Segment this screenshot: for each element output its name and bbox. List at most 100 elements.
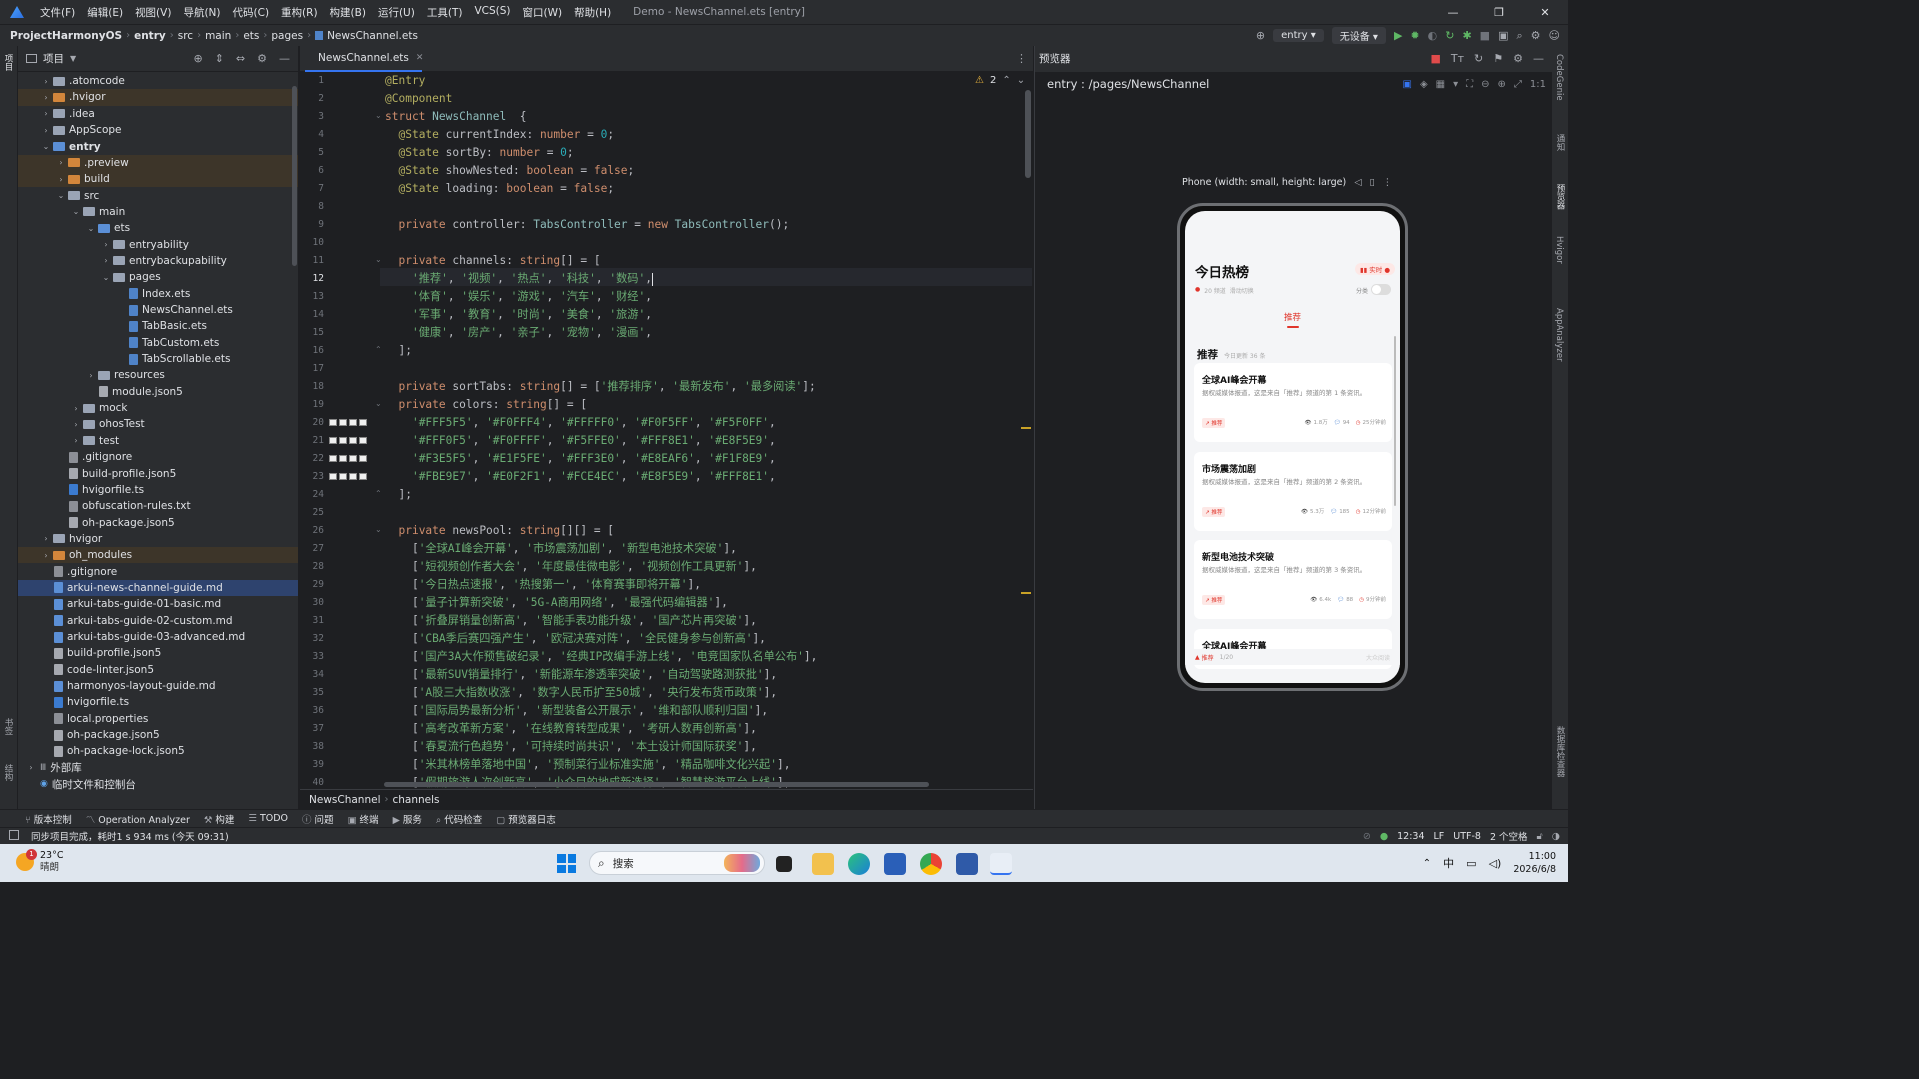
- collapsed-arrow-icon[interactable]: ›: [101, 256, 111, 265]
- minimize-button[interactable]: —: [1430, 6, 1476, 19]
- breadcrumb-item[interactable]: ProjectHarmonyOS: [10, 30, 122, 42]
- profile-icon[interactable]: ◐: [1428, 29, 1438, 42]
- tree-file[interactable]: Index.ets: [18, 286, 298, 302]
- menu-item[interactable]: 视图(V): [129, 5, 177, 20]
- previewer-tool-tab[interactable]: 预览器: [1554, 184, 1566, 210]
- locate-icon[interactable]: ⊕: [193, 52, 202, 65]
- codegenie-tool-tab[interactable]: CodeGenie: [1554, 54, 1564, 101]
- refresh-icon[interactable]: ↻: [1474, 52, 1483, 65]
- collapsed-arrow-icon[interactable]: ›: [71, 436, 81, 445]
- tree-file[interactable]: local.properties: [18, 711, 298, 727]
- tab-options-icon[interactable]: ⋮: [1016, 52, 1027, 65]
- bottom-tool-button[interactable]: ⓘ 问题: [302, 812, 334, 826]
- debug-icon[interactable]: ✹: [1410, 29, 1419, 42]
- horizontal-scrollbar[interactable]: [384, 782, 929, 787]
- tree-file[interactable]: NewsChannel.ets: [18, 302, 298, 318]
- list-scrollbar[interactable]: [1394, 336, 1396, 506]
- tree-file[interactable]: oh-package.json5: [18, 514, 298, 530]
- tree-folder[interactable]: › .hvigor: [18, 89, 298, 106]
- breadcrumb-struct[interactable]: NewsChannel: [309, 794, 380, 806]
- color-swatch-icon[interactable]: [349, 419, 357, 426]
- bottom-tool-button[interactable]: ⚒ 构建: [204, 812, 235, 826]
- tab-recommend[interactable]: 推荐: [1185, 311, 1400, 328]
- tree-folder[interactable]: › oh_modules: [18, 547, 298, 564]
- tree-file[interactable]: code-linter.json5: [18, 662, 298, 678]
- tree-file[interactable]: build-profile.json5: [18, 465, 298, 481]
- menu-item[interactable]: VCS(S): [468, 5, 516, 20]
- tree-folder[interactable]: ⌄ main: [18, 204, 298, 220]
- color-swatch-icon[interactable]: [329, 437, 337, 444]
- color-swatch-icon[interactable]: [349, 437, 357, 444]
- menu-item[interactable]: 代码(C): [227, 5, 276, 20]
- breadcrumb-member[interactable]: channels: [392, 794, 439, 806]
- prev-highlight-icon[interactable]: ⌃: [1002, 75, 1010, 86]
- expanded-arrow-icon[interactable]: ⌄: [86, 224, 96, 233]
- tree-folder[interactable]: › mock: [18, 400, 298, 416]
- status-message[interactable]: 同步项目完成，耗时1 s 934 ms (今天 09:31): [31, 829, 229, 843]
- tree-file[interactable]: arkui-tabs-guide-03-advanced.md: [18, 629, 298, 645]
- bookmarks-tool-tab[interactable]: 书签: [2, 718, 14, 735]
- no-power-icon[interactable]: ⊘: [1363, 831, 1371, 842]
- notifications-tool-tab[interactable]: 通知: [1554, 134, 1566, 151]
- settings-icon[interactable]: ⚙: [1531, 29, 1541, 42]
- file-explorer-icon[interactable]: [812, 853, 834, 875]
- line-ending[interactable]: LF: [1434, 831, 1445, 842]
- dropdown-icon[interactable]: ▼: [70, 54, 76, 63]
- breadcrumb-item[interactable]: NewsChannel.ets: [327, 30, 418, 42]
- color-swatch-icon[interactable]: [359, 437, 367, 444]
- deveco-icon[interactable]: [990, 853, 1012, 875]
- breadcrumb-item[interactable]: ets: [243, 30, 259, 42]
- bottom-tool-button[interactable]: ▣ 终端: [348, 812, 379, 826]
- tree-file[interactable]: obfuscation-rules.txt: [18, 498, 298, 514]
- tree-folder[interactable]: ⌄ src: [18, 187, 298, 203]
- menu-item[interactable]: 工具(T): [421, 5, 469, 20]
- zoom-out-icon[interactable]: ⊖: [1481, 79, 1489, 90]
- fold-device-icon[interactable]: ▯: [1370, 177, 1375, 188]
- collapsed-arrow-icon[interactable]: ›: [41, 534, 51, 543]
- collapsed-arrow-icon[interactable]: ›: [41, 93, 51, 102]
- color-swatch-icon[interactable]: [329, 473, 337, 480]
- device-manager-icon[interactable]: ▣: [1498, 29, 1508, 42]
- bottom-tool-button[interactable]: ⑂ 版本控制: [25, 812, 72, 826]
- project-panel-title[interactable]: 项目: [43, 51, 64, 66]
- tree-file[interactable]: TabScrollable.ets: [18, 351, 298, 367]
- color-swatch-icon[interactable]: [349, 473, 357, 480]
- clock-date[interactable]: 2026/6/8: [1513, 863, 1556, 876]
- tree-file[interactable]: oh-package-lock.json5: [18, 743, 298, 759]
- expanded-arrow-icon[interactable]: ⌄: [71, 207, 81, 216]
- inspector-icon[interactable]: ⚑: [1493, 52, 1503, 65]
- collapse-all-icon[interactable]: ⇔: [236, 52, 245, 65]
- memory-icon[interactable]: ◑: [1552, 831, 1560, 842]
- collapsed-arrow-icon[interactable]: ›: [71, 404, 81, 413]
- edge-icon[interactable]: [848, 853, 870, 875]
- hvigor-tool-tab[interactable]: Hvigor: [1554, 236, 1564, 264]
- fit-icon[interactable]: ⛶: [1466, 79, 1473, 90]
- tree-folder[interactable]: › .preview: [18, 154, 298, 172]
- collapsed-arrow-icon[interactable]: ›: [71, 420, 81, 429]
- tree-folder[interactable]: › entryability: [18, 237, 298, 253]
- collapsed-arrow-icon[interactable]: ›: [26, 763, 36, 772]
- device-more-icon[interactable]: ⋮: [1383, 177, 1393, 188]
- device-dropdown-icon[interactable]: ▾: [1453, 79, 1458, 90]
- collapsed-arrow-icon[interactable]: ›: [41, 551, 51, 560]
- next-highlight-icon[interactable]: ⌄: [1017, 75, 1025, 86]
- menu-item[interactable]: 运行(U): [372, 5, 421, 20]
- bottom-tool-button[interactable]: ☰ TODO: [248, 813, 288, 824]
- color-swatch-icon[interactable]: [329, 455, 337, 462]
- collapsed-arrow-icon[interactable]: ›: [41, 126, 51, 135]
- reload-icon[interactable]: ↻: [1445, 29, 1454, 42]
- clock-time[interactable]: 11:00: [1529, 850, 1556, 863]
- panel-settings-icon[interactable]: ⚙: [257, 52, 267, 65]
- news-card[interactable]: 全球AI峰会开幕 据权威媒体报道，这是来自「推荐」频道的第 1 条资讯。 ↗ 推荐 👁…: [1194, 363, 1392, 442]
- tree-file[interactable]: build-profile.json5: [18, 645, 298, 661]
- hide-panel-icon[interactable]: —: [279, 52, 290, 65]
- color-swatch-icon[interactable]: [339, 419, 347, 426]
- tree-file[interactable]: TabBasic.ets: [18, 318, 298, 334]
- device-selector[interactable]: 无设备 ▾: [1331, 27, 1386, 44]
- nested-toggle[interactable]: [1371, 284, 1391, 295]
- breadcrumb-item[interactable]: pages: [271, 30, 303, 42]
- structure-tool-tab[interactable]: 结构: [2, 764, 14, 781]
- tree-folder[interactable]: ⌄ entry: [18, 138, 298, 154]
- color-swatch-icon[interactable]: [339, 455, 347, 462]
- tree-file[interactable]: arkui-tabs-guide-01-basic.md: [18, 596, 298, 612]
